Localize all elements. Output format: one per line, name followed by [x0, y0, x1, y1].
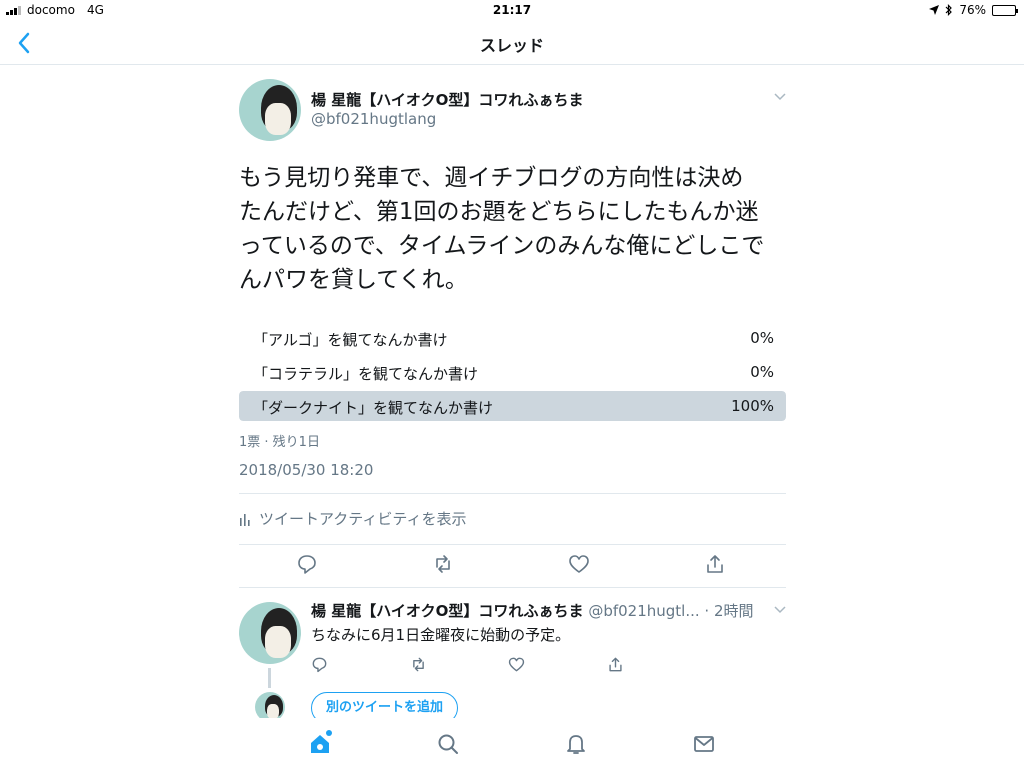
location-icon: [929, 5, 940, 15]
messages-icon[interactable]: [692, 732, 716, 756]
page-title: スレッド: [479, 36, 544, 55]
retweet-icon[interactable]: [410, 656, 427, 673]
bar-chart-icon: [240, 513, 250, 526]
tweet-actions: [239, 553, 786, 579]
status-right: 76%: [929, 3, 1018, 17]
like-icon[interactable]: [568, 553, 590, 575]
reply-text: ちなみに6月1日金曜夜に始動の予定。: [311, 626, 571, 644]
poll-option-label: 「ダークナイト」を観てなんか書け: [253, 399, 494, 417]
poll-meta: 1票 · 残り1日: [239, 435, 320, 450]
bluetooth-icon: [945, 4, 953, 16]
avatar-face: [265, 103, 291, 135]
poll: 「アルゴ」を観てなんか書け 0% 「コラテラル」を観てなんか書け 0% 「ダーク…: [239, 323, 786, 450]
tweet-text-line: んパワを貸してくれ。: [239, 267, 468, 293]
search-icon[interactable]: [436, 732, 460, 756]
divider: [239, 544, 786, 545]
poll-option: 「アルゴ」を観てなんか書け 0%: [239, 323, 786, 353]
avatar-face: [265, 626, 291, 658]
tweet-activity-link[interactable]: ツイートアクティビティを表示: [239, 508, 466, 529]
activity-label: ツイートアクティビティを表示: [259, 510, 467, 528]
avatar-face: [267, 704, 279, 719]
poll-option-label: 「コラテラル」を観てなんか書け: [253, 365, 479, 383]
reply-header: 楊 星龍【ハイオクO型】コワれふぁちま @bf021hugtl... · 2時間: [311, 600, 781, 621]
battery-percent: 76%: [959, 3, 986, 17]
poll-option-percent: 0%: [750, 329, 774, 347]
reply-actions: [311, 656, 631, 674]
chevron-down-icon[interactable]: [774, 606, 786, 614]
poll-option-percent: 0%: [750, 363, 774, 381]
notifications-icon[interactable]: [564, 732, 588, 756]
reply-author-name[interactable]: 楊 星龍【ハイオクO型】コワれふぁちま: [311, 602, 584, 620]
divider: [239, 587, 786, 588]
status-bar: docomo 4G 21:17 76%: [0, 0, 1024, 20]
share-icon[interactable]: [704, 553, 726, 575]
tweet-text-line: たんだけど、第1回のお題をどちらにしたもんか迷: [239, 199, 759, 225]
reply-icon[interactable]: [296, 553, 318, 575]
avatar[interactable]: [239, 602, 301, 664]
tweet-text-line: もう見切り発車で、週イチブログの方向性は決め: [239, 165, 744, 191]
thread-line: [268, 668, 271, 688]
poll-option-percent: 100%: [731, 397, 774, 415]
share-icon[interactable]: [607, 656, 624, 673]
nav-bar: スレッド: [0, 20, 1024, 65]
author-name[interactable]: 楊 星龍【ハイオクO型】コワれふぁちま: [311, 89, 584, 110]
chevron-down-icon[interactable]: [774, 93, 786, 101]
avatar[interactable]: [239, 79, 301, 141]
divider: [239, 493, 786, 494]
reply-icon[interactable]: [311, 656, 328, 673]
tab-bar: [0, 718, 1024, 768]
like-icon[interactable]: [508, 656, 525, 673]
battery-icon: [992, 4, 1018, 16]
author-handle[interactable]: @bf021hugtlang: [311, 110, 436, 128]
reply-handle-time: @bf021hugtl... · 2時間: [588, 602, 754, 620]
tweet-text: もう見切り発車で、週イチブログの方向性は決め たんだけど、第1回のお題をどちらに…: [239, 161, 786, 297]
status-time: 21:17: [492, 3, 532, 17]
tweet-timestamp: 2018/05/30 18:20: [239, 461, 374, 479]
tweet-text-line: っているので、タイムラインのみんな俺にどしこで: [239, 233, 765, 259]
unread-dot: [326, 730, 332, 736]
poll-option-label: 「アルゴ」を観てなんか書け: [253, 331, 448, 349]
poll-option: 「ダークナイト」を観てなんか書け 100%: [239, 391, 786, 421]
poll-option: 「コラテラル」を観てなんか書け 0%: [239, 357, 786, 387]
retweet-icon[interactable]: [432, 553, 454, 575]
